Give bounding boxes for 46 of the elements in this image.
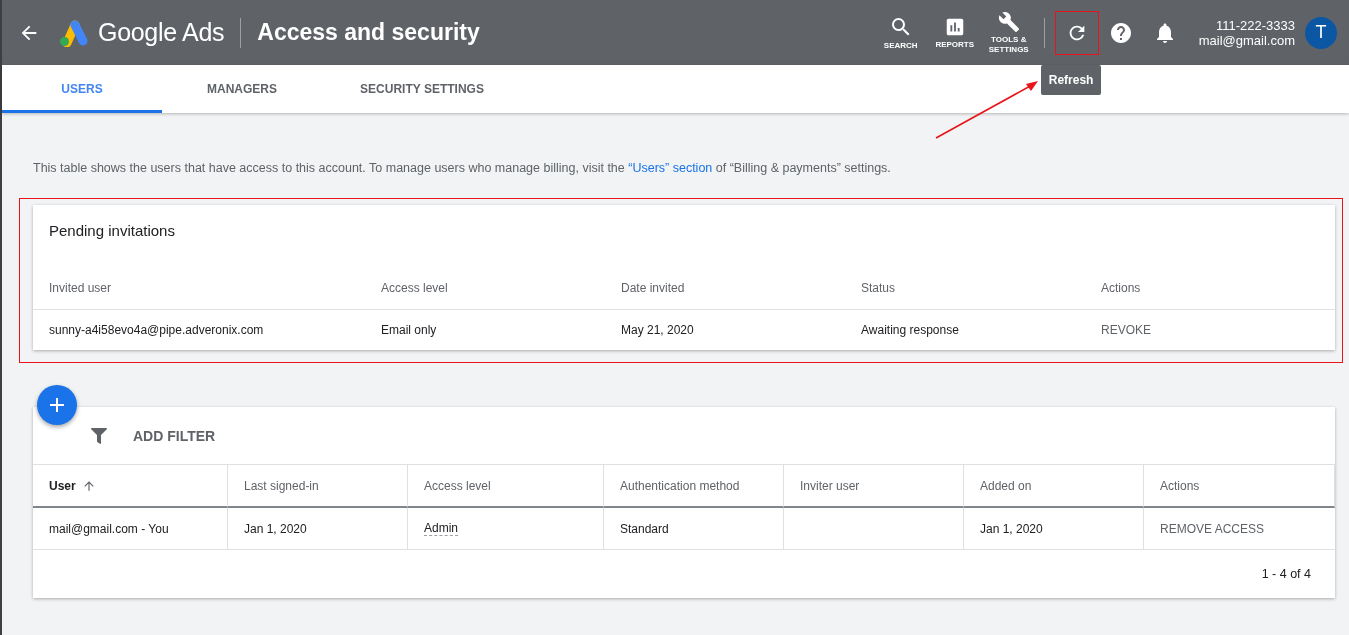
column-header[interactable]: Authentication method [620, 478, 740, 493]
google-ads-logo-icon [58, 18, 88, 47]
annotation-rectangle [1054, 10, 1099, 55]
column-header[interactable]: Access level [424, 478, 491, 493]
users-section-link[interactable]: “Users” section [628, 161, 713, 175]
tab[interactable]: USERS [2, 65, 162, 113]
column-header: Status [861, 280, 897, 295]
column-header[interactable]: Actions [1160, 478, 1200, 493]
account-email: mail@gmail.com [1198, 32, 1295, 48]
column-header: Actions [1101, 280, 1142, 295]
table-cell-text: May 21, 2020 [621, 323, 695, 337]
tab[interactable]: MANAGERS [162, 65, 322, 113]
reports-nav-button[interactable]: REPORTS [927, 15, 982, 50]
pagination-text: 1 - 4 of 4 [1261, 567, 1311, 581]
table-cell-text: Email only [381, 323, 438, 337]
column-header[interactable]: User [49, 478, 76, 493]
add-filter-button[interactable]: ADD FILTER [133, 427, 216, 444]
avatar[interactable]: T [1305, 16, 1337, 49]
tooltip: Refresh [1040, 64, 1102, 95]
remove-access-link[interactable]: REMOVE ACCESS [1160, 521, 1265, 536]
table-cell: Jan 1, 2020 [980, 521, 1043, 536]
product-name: Google Ads [98, 18, 225, 47]
table-cell: Standard [620, 521, 669, 536]
filter-icon [91, 427, 107, 444]
table-cell: mail@gmail.com - You [49, 521, 169, 536]
add-button[interactable] [37, 385, 77, 425]
column-header[interactable]: Last signed-in [244, 478, 319, 493]
tab[interactable]: SECURITY SETTINGS [322, 65, 522, 113]
search-nav-button[interactable]: SEARCH [873, 14, 928, 51]
table-cell-text: Awaiting response [861, 323, 960, 337]
column-header: Date invited [621, 280, 686, 295]
table-cell: Admin [424, 521, 458, 536]
column-header[interactable]: Added on [980, 478, 1032, 493]
intro-text: This table shows the users that have access to this account. To manage users who manage billing, visit the “Users” section of “Billing & payments” settings. [33, 161, 892, 175]
card-title: Pending invitations [48, 221, 176, 241]
account-phone: 111-222-3333 [1215, 17, 1295, 33]
tools-nav-button[interactable]: TOOLS & SETTINGS [981, 10, 1036, 55]
table-cell: Jan 1, 2020 [244, 521, 307, 536]
revoke-link[interactable]: REVOKE [1101, 323, 1319, 337]
table-cell-text: sunny-a4i58evo4a@pipe.adveronix.com [49, 323, 265, 337]
wrench-icon [997, 10, 1020, 33]
column-header[interactable]: Inviter user [800, 478, 860, 493]
help-icon[interactable] [1108, 20, 1133, 45]
column-header: Access level [381, 280, 449, 295]
column-header: Invited user [49, 280, 113, 295]
page-title: Access and security [257, 19, 481, 46]
